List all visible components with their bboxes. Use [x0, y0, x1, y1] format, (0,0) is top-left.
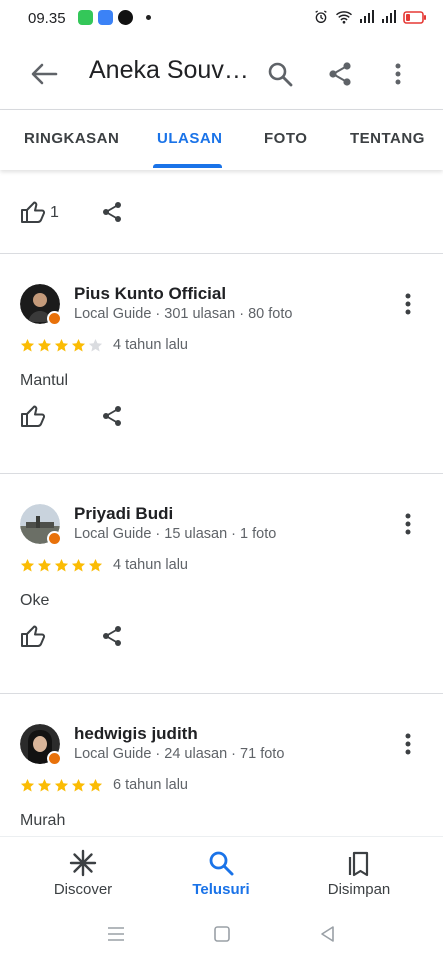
system-navigation-bar — [0, 910, 443, 960]
reviewer-meta: Local Guide · 15 ulasan · 1 foto — [74, 526, 277, 542]
nav-label: Disimpan — [327, 881, 391, 898]
star-rating — [20, 558, 103, 573]
nav-disimpan[interactable]: Disimpan — [289, 837, 429, 911]
home-square-icon[interactable] — [212, 924, 232, 944]
local-guide-badge — [47, 751, 62, 766]
review-time: 6 tahun lalu — [113, 777, 188, 793]
tab-bar: RINGKASAN ULASAN FOTO TENTANG — [0, 110, 443, 170]
bottom-navigation: Discover Telusuri Disimpan — [0, 836, 443, 910]
nav-telusuri[interactable]: Telusuri — [151, 837, 291, 911]
reviewer-name[interactable]: hedwigis judith — [74, 724, 198, 744]
system-status-icons — [313, 9, 427, 25]
star-filled-icon — [20, 778, 35, 792]
star-filled-icon — [37, 338, 52, 352]
app-notification-icon — [98, 10, 113, 25]
star-filled-icon — [20, 558, 35, 572]
review-text: Mantul — [20, 372, 69, 389]
more-vert-icon[interactable] — [399, 732, 417, 756]
alarm-icon — [315, 10, 327, 23]
wifi-icon — [336, 11, 352, 24]
reviewer-meta: Local Guide · 24 ulasan · 71 foto — [74, 746, 285, 762]
avatar[interactable] — [20, 504, 62, 546]
review-time: 4 tahun lalu — [113, 557, 188, 573]
review-text: Oke — [20, 592, 50, 609]
reviewer-name[interactable]: Pius Kunto Official — [74, 284, 226, 304]
star-filled-icon — [88, 558, 103, 572]
star-rating — [20, 778, 103, 793]
share-icon[interactable] — [100, 200, 124, 224]
star-filled-icon — [37, 558, 52, 572]
reviewer-name[interactable]: Priyadi Budi — [74, 504, 173, 524]
star-filled-icon — [71, 558, 86, 572]
review-text: Murah — [20, 812, 66, 829]
star-rating — [20, 338, 103, 353]
avatar[interactable] — [20, 284, 62, 326]
review-card: Priyadi Budi Local Guide · 15 ulasan · 1… — [0, 474, 443, 694]
star-filled-icon — [37, 778, 52, 792]
like-count: 1 — [50, 204, 59, 221]
back-triangle-icon[interactable] — [318, 924, 338, 944]
active-tab-indicator — [153, 164, 222, 168]
avatar[interactable] — [20, 724, 62, 766]
status-time: 09.35 — [28, 10, 66, 27]
more-vert-icon[interactable] — [399, 292, 417, 316]
status-bar: 09.35 — [0, 0, 443, 38]
nav-discover[interactable]: Discover — [13, 837, 153, 911]
discover-icon — [69, 849, 97, 877]
nav-label: Discover — [53, 881, 113, 898]
more-vert-icon[interactable] — [399, 512, 417, 536]
menu-icon[interactable] — [106, 924, 126, 944]
app-bar: Aneka Souvenir — [0, 38, 443, 110]
previous-review-actions: 1 — [0, 170, 443, 254]
star-filled-icon — [71, 338, 86, 352]
search-icon[interactable] — [266, 60, 294, 88]
star-empty-icon — [88, 338, 103, 352]
battery-icon — [403, 10, 426, 24]
share-icon[interactable] — [100, 404, 124, 428]
star-filled-icon — [71, 778, 86, 792]
like-icon[interactable] — [20, 624, 46, 648]
tab-ulasan[interactable]: ULASAN — [157, 130, 223, 147]
signal-icon — [382, 10, 396, 23]
more-notifications-dot — [146, 15, 151, 20]
star-filled-icon — [54, 558, 69, 572]
review-time: 4 tahun lalu — [113, 337, 188, 353]
search-icon — [209, 851, 234, 876]
back-arrow-icon[interactable] — [26, 60, 60, 88]
local-guide-badge — [47, 531, 62, 546]
app-notification-icon — [118, 10, 133, 25]
app-notification-icon — [78, 10, 93, 25]
place-title: Aneka Souvenir — [89, 56, 249, 84]
notification-icons — [78, 10, 151, 25]
star-filled-icon — [88, 778, 103, 792]
review-card: Pius Kunto Official Local Guide · 301 ul… — [0, 254, 443, 474]
like-icon[interactable] — [20, 200, 46, 224]
share-icon[interactable] — [326, 60, 354, 88]
reviewer-meta: Local Guide · 301 ulasan · 80 foto — [74, 306, 293, 322]
like-icon[interactable] — [20, 404, 46, 428]
bookmarks-icon — [348, 851, 369, 877]
star-filled-icon — [54, 338, 69, 352]
nav-label: Telusuri — [192, 881, 250, 898]
star-filled-icon — [20, 338, 35, 352]
share-icon[interactable] — [100, 624, 124, 648]
tab-ringkasan[interactable]: RINGKASAN — [24, 130, 119, 147]
tab-tentang[interactable]: TENTANG — [350, 130, 425, 147]
star-filled-icon — [54, 778, 69, 792]
tab-foto[interactable]: FOTO — [264, 130, 307, 147]
more-vert-icon[interactable] — [384, 60, 412, 88]
signal-icon — [360, 10, 374, 23]
local-guide-badge — [47, 311, 62, 326]
